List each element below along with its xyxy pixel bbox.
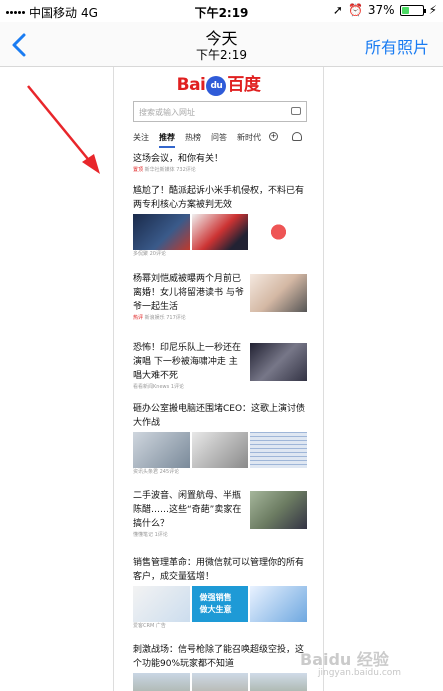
charging-icon: ⚡ <box>428 3 437 17</box>
alarm-icon: ⏰ <box>347 3 363 17</box>
list-item[interactable]: 杨幂刘恺威被曝两个月前已离婚！女儿将留港读书 与爷爷一起生活 热评 新浪娱乐 7… <box>133 272 307 321</box>
photos-navbar: 今天 下午2:19 所有照片 <box>0 22 443 67</box>
watermark: Baidu 经验 <box>300 650 389 669</box>
add-tab-icon[interactable]: + <box>269 132 278 141</box>
baidu-logo: Bai du 百度 <box>176 75 261 96</box>
list-item[interactable]: 销售管理革命：用微信就可以管理你的所有客户，成交量猛增！ 做强销售 做大生意 爱… <box>133 556 307 629</box>
video-thumbnail <box>250 343 307 381</box>
search-input[interactable]: 搜索或输入网址 <box>133 101 307 122</box>
thumbnail-image <box>250 274 307 312</box>
thumbnail-image <box>133 586 190 622</box>
thumbnail-image <box>191 673 249 691</box>
thumbnail-image <box>133 214 190 250</box>
list-item[interactable]: 二手波音、闲置航母、半瓶陈醋……这些“奇葩”卖家在搞什么？ 懂懂笔记 1评论 <box>133 489 307 538</box>
thumbnail-image <box>133 673 190 691</box>
thumbnail-image <box>191 214 249 250</box>
battery-percent: 37% <box>367 3 395 17</box>
tab-recommend[interactable]: 推荐 <box>159 132 175 148</box>
feed-tabs: 关注 推荐 热榜 问答 新时代 <box>133 132 313 148</box>
thumbnail-image <box>250 673 308 691</box>
baidu-screenshot[interactable]: Bai du 百度 搜索或输入网址 关注 推荐 热榜 问答 新时代 + 这场会议，和… <box>113 67 324 691</box>
status-right: ➚ ⏰ 37% ⚡ <box>333 3 437 17</box>
status-bar: 中国移动 4G 下午2:19 ➚ ⏰ 37% ⚡ <box>0 0 443 22</box>
tab-hot[interactable]: 热榜 <box>185 132 201 148</box>
camera-icon[interactable] <box>291 107 301 115</box>
list-item[interactable]: 恐怖！印尼乐队上一秒还在演唱 下一秒被海啸冲走 主唱大难不死 看看新闻Knews… <box>133 341 307 390</box>
search-placeholder: 搜索或输入网址 <box>139 108 195 117</box>
thumbnail-image <box>250 586 307 622</box>
thumbnail-image <box>133 432 190 468</box>
thumbnail-image <box>250 491 307 529</box>
battery-icon <box>399 4 426 16</box>
all-photos-button[interactable]: 所有照片 <box>365 34 429 58</box>
location-icon: ➚ <box>332 3 343 17</box>
list-item[interactable]: 刺激战场：信号枪除了能召唤超级空投，这个功能90%玩家都不知道 <box>133 643 308 691</box>
thumbnail-image <box>191 432 249 468</box>
watermark-url: jingyan.baidu.com <box>318 668 402 678</box>
tab-new-era[interactable]: 新时代 <box>237 132 261 148</box>
thumbnail-image <box>250 214 308 250</box>
tab-qa[interactable]: 问答 <box>211 132 227 148</box>
tab-follow[interactable]: 关注 <box>133 132 149 148</box>
list-item[interactable]: 尴尬了！酷派起诉小米手机侵权，不料已有两专利核心方案被判无效 多侃聚 20评论 <box>133 184 308 257</box>
thumbnail-image <box>250 432 308 468</box>
headphone-icon[interactable] <box>292 132 302 141</box>
ad-thumbnail: 做强销售 做大生意 <box>191 586 249 622</box>
list-item[interactable]: 这场会议，和你有关！ 置顶 新华社新媒体 732评论 <box>133 152 307 173</box>
list-item[interactable]: 砸办公室搬电脑还围堵CEO：这歌上演讨债大作战 资讯头条君 245评论 <box>133 402 308 475</box>
